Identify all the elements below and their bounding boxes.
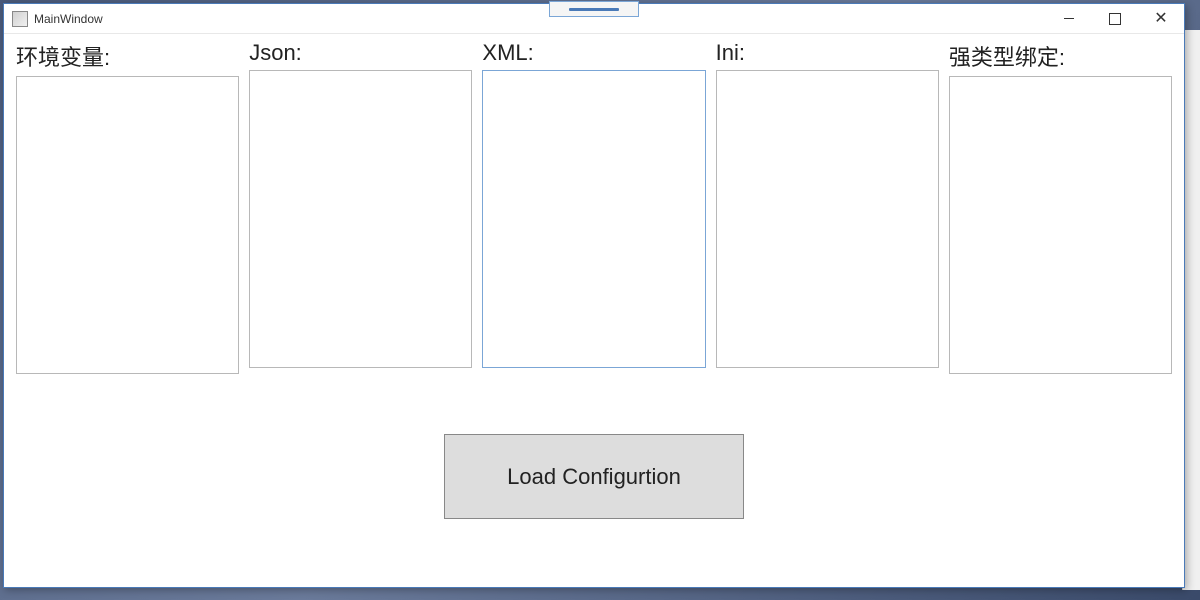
- xml-textbox[interactable]: [482, 70, 705, 368]
- column-label: 环境变量:: [16, 40, 239, 72]
- column-strongtype: 强类型绑定:: [949, 40, 1172, 379]
- config-columns-row: 环境变量: Json: XML: Ini: 强类型绑定:: [16, 40, 1172, 379]
- column-label: XML:: [482, 40, 705, 66]
- app-icon: [12, 11, 28, 27]
- maximize-button[interactable]: [1092, 4, 1138, 34]
- column-label: Json:: [249, 40, 472, 66]
- window-title: MainWindow: [34, 12, 1046, 26]
- strongtype-textbox[interactable]: [949, 76, 1172, 374]
- client-area: 环境变量: Json: XML: Ini: 强类型绑定: Load Conf: [4, 34, 1184, 587]
- button-row: Load Configurtion: [16, 434, 1172, 519]
- minimize-button[interactable]: [1046, 4, 1092, 34]
- env-textbox[interactable]: [16, 76, 239, 374]
- maximize-icon: [1109, 13, 1121, 25]
- application-window: MainWindow ✕ 环境变量: Json: XML:: [3, 3, 1185, 588]
- debug-handle[interactable]: [549, 1, 639, 17]
- minimize-icon: [1064, 18, 1074, 19]
- column-label: 强类型绑定:: [949, 40, 1172, 72]
- column-ini: Ini:: [716, 40, 939, 379]
- debug-handle-grip-icon: [569, 8, 619, 11]
- column-env: 环境变量:: [16, 40, 239, 379]
- json-textbox[interactable]: [249, 70, 472, 368]
- column-xml: XML:: [482, 40, 705, 379]
- load-configuration-button[interactable]: Load Configurtion: [444, 434, 744, 519]
- column-label: Ini:: [716, 40, 939, 66]
- column-json: Json:: [249, 40, 472, 379]
- close-icon: ✕: [1154, 11, 1167, 27]
- window-controls: ✕: [1046, 4, 1184, 33]
- title-bar[interactable]: MainWindow ✕: [4, 4, 1184, 34]
- close-button[interactable]: ✕: [1138, 4, 1184, 34]
- ini-textbox[interactable]: [716, 70, 939, 368]
